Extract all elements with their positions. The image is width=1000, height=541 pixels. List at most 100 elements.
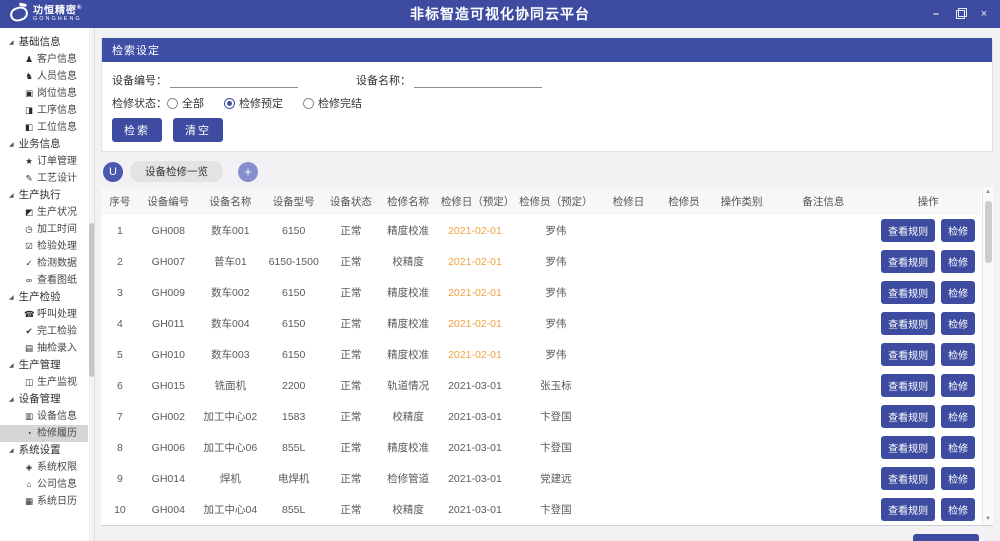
collapse-arrow-icon: ◢ <box>9 394 14 407</box>
export-button[interactable]: 导 出 <box>913 534 979 541</box>
radio-all[interactable]: 全部 <box>167 95 204 111</box>
cell-planned_date: 2021-02-01 <box>439 277 511 308</box>
sidebar-group[interactable]: ◢设备管理 <box>0 391 88 408</box>
view-rules-button[interactable]: 查看规则 <box>881 405 935 428</box>
sidebar-item-craft-design[interactable]: ✎工艺设计 <box>0 170 88 187</box>
sidebar-item-equipment-info[interactable]: ▥设备信息 <box>0 408 88 425</box>
sidebar-item-order-management[interactable]: ★订单管理 <box>0 153 88 170</box>
view-rules-button[interactable]: 查看规则 <box>881 343 935 366</box>
radio-completed[interactable]: 检修完结 <box>303 95 362 111</box>
repair-button[interactable]: 检修 <box>941 219 975 242</box>
cell-date <box>601 308 656 339</box>
cell-by <box>656 494 711 525</box>
sidebar-item-inspection-data[interactable]: ✓检测数据 <box>0 255 88 272</box>
cell-planned_date: 2021-02-01 <box>439 215 511 246</box>
repair-button[interactable]: 检修 <box>941 405 975 428</box>
repair-button[interactable]: 检修 <box>941 281 975 304</box>
sidebar-item-system-calendar[interactable]: ▦系统日历 <box>0 493 88 510</box>
column-header-5: 检修名称 <box>377 187 439 215</box>
cell-by <box>656 308 711 339</box>
sidebar-scrollbar-thumb[interactable] <box>89 223 94 377</box>
collapse-arrow-icon: ◢ <box>9 190 14 203</box>
clear-button[interactable]: 清空 <box>173 118 223 142</box>
sidebar-item-personnel-info[interactable]: ♞人员信息 <box>0 68 88 85</box>
repair-button[interactable]: 检修 <box>941 312 975 335</box>
scroll-up-icon[interactable]: ▲ <box>983 187 993 198</box>
sidebar-group[interactable]: ◢生产执行 <box>0 187 88 204</box>
cell-status: 正常 <box>324 308 377 339</box>
cell-task: 校精度 <box>377 401 439 432</box>
inspection-data-icon: ✓ <box>24 257 34 270</box>
cell-planned_date: 2021-02-01 <box>439 246 511 277</box>
device-name-input[interactable] <box>414 73 542 88</box>
equipment-info-icon: ▥ <box>24 410 34 423</box>
cell-name: 加工中心04 <box>198 494 263 525</box>
minimize-icon[interactable]: – <box>930 8 942 20</box>
repair-button[interactable]: 检修 <box>941 436 975 459</box>
sidebar-group[interactable]: ◢生产管理 <box>0 357 88 374</box>
view-rules-button[interactable]: 查看规则 <box>881 219 935 242</box>
inspection-handle-icon: ☑ <box>24 240 34 253</box>
sidebar-item-label: 抽检录入 <box>37 342 77 355</box>
cell-op_type <box>712 494 772 525</box>
cell-code: GH004 <box>139 494 198 525</box>
sidebar-item-inspection-handle[interactable]: ☑检验处理 <box>0 238 88 255</box>
sidebar-item-finish-inspection[interactable]: ✔完工检验 <box>0 323 88 340</box>
sidebar-group[interactable]: ◢生产检验 <box>0 289 88 306</box>
view-rules-button[interactable]: 查看规则 <box>881 374 935 397</box>
radio-scheduled[interactable]: 检修预定 <box>224 95 283 111</box>
sidebar-item-processing-time[interactable]: ◷加工时间 <box>0 221 88 238</box>
sidebar-scrollbar[interactable] <box>89 28 94 541</box>
view-rules-button[interactable]: 查看规则 <box>881 312 935 335</box>
cell-by <box>656 277 711 308</box>
sidebar-item-call-handle[interactable]: ☎呼叫处理 <box>0 306 88 323</box>
add-tab-button[interactable]: + <box>238 162 258 182</box>
cell-model: 6150 <box>263 277 325 308</box>
cell-actions: 查看规则检修 <box>875 463 981 494</box>
call-handle-icon: ☎ <box>24 308 34 321</box>
sidebar-item-customer-info[interactable]: ♟客户信息 <box>0 51 88 68</box>
sidebar-group[interactable]: ◢基础信息 <box>0 34 88 51</box>
view-rules-button[interactable]: 查看规则 <box>881 467 935 490</box>
repair-button[interactable]: 检修 <box>941 467 975 490</box>
sidebar-item-view-drawings[interactable]: ∞查看图纸 <box>0 272 88 289</box>
repair-button[interactable]: 检修 <box>941 374 975 397</box>
sidebar-item-position-info[interactable]: ▣岗位信息 <box>0 85 88 102</box>
cell-task: 校精度 <box>377 246 439 277</box>
scrollbar-thumb[interactable] <box>985 201 992 263</box>
sidebar-item-system-permission[interactable]: ◈系统权限 <box>0 459 88 476</box>
user-avatar[interactable]: U <box>103 162 123 182</box>
sidebar-item-maintenance-history[interactable]: ◔检修履历 <box>0 425 88 442</box>
cell-no: 6 <box>101 370 139 401</box>
restore-icon[interactable] <box>954 8 966 20</box>
tab-equipment-maintenance-list[interactable]: 设备检修一览 <box>130 161 223 182</box>
sidebar-item-process-info[interactable]: ◨工序信息 <box>0 102 88 119</box>
sidebar-item-company-info[interactable]: ⌂公司信息 <box>0 476 88 493</box>
sidebar-item-sampling-entry[interactable]: ▤抽检录入 <box>0 340 88 357</box>
view-rules-button[interactable]: 查看规则 <box>881 498 935 521</box>
sidebar-item-production-monitor[interactable]: ◫生产监视 <box>0 374 88 391</box>
close-icon[interactable]: × <box>978 8 990 20</box>
repair-button[interactable]: 检修 <box>941 498 975 521</box>
repair-button[interactable]: 检修 <box>941 343 975 366</box>
vertical-scrollbar[interactable]: ▲ ▼ <box>982 187 993 525</box>
sidebar-group[interactable]: ◢业务信息 <box>0 136 88 153</box>
view-rules-button[interactable]: 查看规则 <box>881 250 935 273</box>
repair-button[interactable]: 检修 <box>941 250 975 273</box>
cell-by <box>656 215 711 246</box>
device-name-label: 设备名称： <box>356 72 411 88</box>
cell-code: GH011 <box>139 308 198 339</box>
view-rules-button[interactable]: 查看规则 <box>881 281 935 304</box>
sidebar-item-production-status[interactable]: ◩生产状况 <box>0 204 88 221</box>
cell-no: 2 <box>101 246 139 277</box>
cell-planned_by: 罗伟 <box>511 308 601 339</box>
sidebar-item-workstation-info[interactable]: ◧工位信息 <box>0 119 88 136</box>
column-header-0: 序号 <box>101 187 139 215</box>
view-rules-button[interactable]: 查看规则 <box>881 436 935 459</box>
scroll-down-icon[interactable]: ▼ <box>983 514 993 525</box>
search-button[interactable]: 检索 <box>112 118 162 142</box>
sampling-entry-icon: ▤ <box>24 342 34 355</box>
cell-task: 轨道情况 <box>377 370 439 401</box>
device-code-input[interactable] <box>170 73 298 88</box>
sidebar-group[interactable]: ◢系统设置 <box>0 442 88 459</box>
